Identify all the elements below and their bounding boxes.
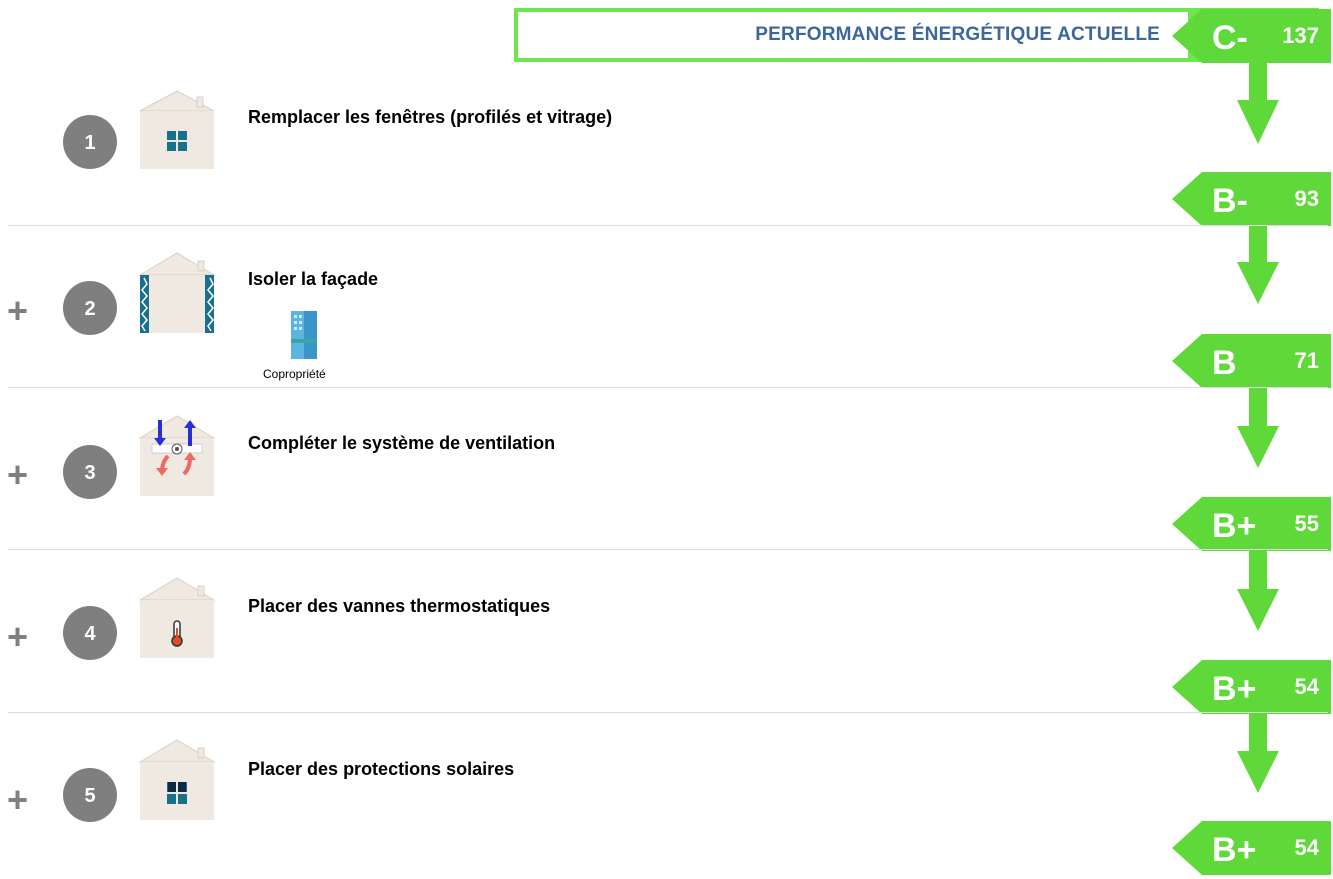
step-number-circle: 1 (63, 115, 117, 169)
step-number-circle: 2 (63, 281, 117, 335)
divider (8, 387, 1328, 388)
plus-sign: + (7, 616, 29, 657)
step-title: Compléter le système de ventilation (248, 433, 556, 453)
sun-protection-icon (138, 738, 216, 820)
result-class-badge: B- 93 (1172, 172, 1331, 226)
result-value: 71 (1294, 348, 1319, 373)
current-class-badge: C- 137 (1172, 9, 1331, 63)
divider (8, 225, 1328, 226)
result-value: 54 (1294, 674, 1319, 699)
down-arrow (1237, 62, 1279, 149)
result-class: B+ (1212, 507, 1257, 545)
result-class: B (1212, 344, 1237, 382)
ventilation-icon (138, 414, 216, 496)
step-number-circle: 4 (63, 606, 117, 660)
result-class: B+ (1212, 670, 1257, 708)
facade-insulation-icon (138, 251, 216, 333)
thermostat-icon (138, 576, 216, 658)
result-class-badge: B 71 (1172, 334, 1331, 388)
result-class-badge: B+ 54 (1172, 660, 1331, 714)
result-value: 93 (1294, 186, 1319, 211)
result-class: B- (1212, 182, 1248, 220)
step-number-circle: 3 (63, 445, 117, 499)
building-icon (289, 309, 321, 364)
current-class: C- (1212, 19, 1248, 57)
step-title: Placer des vannes thermostatiques (248, 596, 551, 616)
windows-icon (138, 89, 216, 169)
step-title: Placer des protections solaires (248, 759, 515, 779)
down-arrow (1237, 226, 1279, 309)
down-arrow (1237, 713, 1279, 798)
current-value: 137 (1282, 23, 1319, 48)
down-arrow (1237, 388, 1279, 473)
plus-sign: + (7, 290, 29, 331)
plus-sign: + (7, 779, 29, 820)
result-class-badge: B+ 55 (1172, 497, 1331, 551)
divider (8, 549, 1328, 550)
step-title: Remplacer les fenêtres (profilés et vitr… (248, 107, 613, 127)
copropriete-label: Copropriété (263, 367, 326, 381)
result-value: 55 (1294, 511, 1319, 536)
down-arrow (1237, 551, 1279, 636)
plus-sign: + (7, 454, 29, 495)
divider (8, 712, 1328, 713)
step-title: Isoler la façade (248, 269, 379, 289)
step-number-circle: 5 (63, 768, 117, 822)
current-performance-label: PERFORMANCE ÉNERGÉTIQUE ACTUELLE (755, 24, 1160, 45)
